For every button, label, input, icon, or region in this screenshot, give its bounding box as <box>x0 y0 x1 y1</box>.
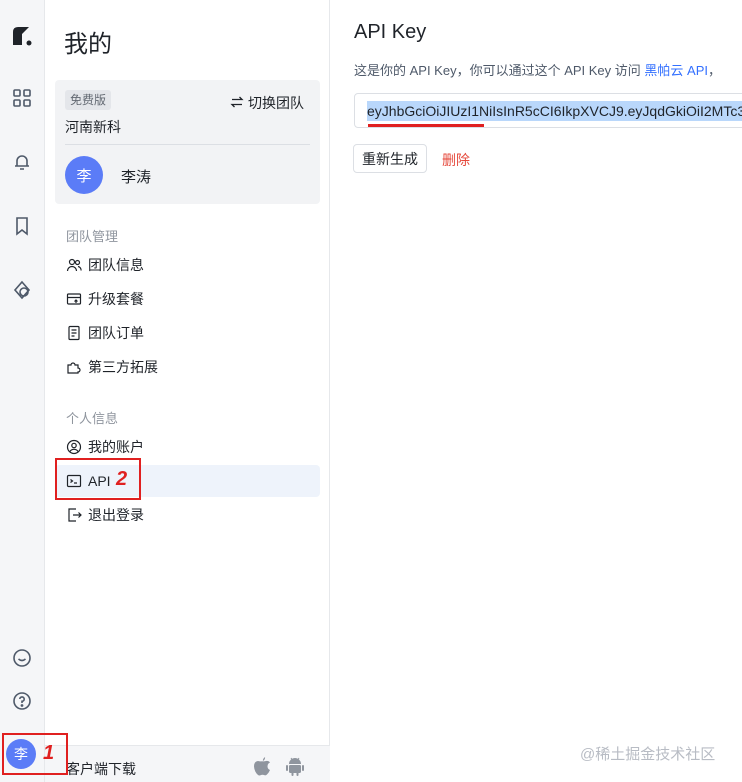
description-text: 这是你的 API Key，你可以通过这个 API Key 访问 <box>354 63 641 78</box>
sidebar-item-team-info[interactable]: 团队信息 <box>55 249 320 281</box>
switch-team-button[interactable]: 切换团队 <box>230 93 304 113</box>
sidebar-item-orders[interactable]: 团队订单 <box>55 317 320 349</box>
regenerate-button[interactable]: 重新生成 <box>353 144 427 173</box>
delete-button[interactable]: 删除 <box>442 150 470 170</box>
annotation-box-avatar <box>2 733 68 775</box>
bookmark-icon[interactable] <box>8 212 36 240</box>
heipayun-api-link[interactable]: 黑帕云 API <box>644 63 708 78</box>
api-key-title: API Key <box>354 21 427 43</box>
sidebar-item-label: 团队订单 <box>88 325 144 341</box>
app-logo-icon[interactable] <box>8 22 36 50</box>
personal-section-label: 个人信息 <box>66 411 119 426</box>
api-key-field[interactable]: eyJhbGciOiJIUzI1NiIsInR5cCI6IkpXVCJ9.eyJ… <box>354 93 742 128</box>
client-download-bar: 客户端下载 <box>45 745 330 782</box>
sidebar-item-logout[interactable]: 退出登录 <box>55 499 320 531</box>
bell-icon[interactable] <box>8 148 36 176</box>
watermark: @稀土掘金技术社区 <box>580 746 716 763</box>
help-icon[interactable] <box>8 687 36 715</box>
sidebar-item-label: 升级套餐 <box>88 291 144 307</box>
api-key-value: eyJhbGciOiJIUzI1NiIsInR5cCI6IkpXVCJ9.eyJ… <box>367 101 742 121</box>
order-icon <box>65 325 82 342</box>
description-suffix: ， <box>707 63 721 78</box>
annotation-number-1: 1 <box>43 742 55 764</box>
client-download-label: 客户端下载 <box>66 761 136 777</box>
upgrade-icon <box>65 291 82 308</box>
shapes-icon[interactable] <box>8 276 36 304</box>
apple-icon[interactable] <box>251 755 273 777</box>
user-name: 李涛 <box>121 169 152 186</box>
sidebar-item-label: 我的账户 <box>88 439 144 455</box>
android-icon[interactable] <box>284 755 306 777</box>
annotation-number-2: 2 <box>116 468 128 490</box>
user-circle-icon <box>65 439 82 456</box>
grid-icon[interactable] <box>8 84 36 112</box>
sidebar-item-label: 第三方拓展 <box>88 359 158 375</box>
extension-icon <box>65 359 82 376</box>
team-section-label: 团队管理 <box>66 229 119 244</box>
switch-team-label: 切换团队 <box>248 95 304 111</box>
annotation-underline <box>368 124 484 127</box>
sidebar-item-label: 团队信息 <box>88 257 144 273</box>
sidebar-item-upgrade[interactable]: 升级套餐 <box>55 283 320 315</box>
icon-rail: 李 <box>0 0 45 782</box>
swap-icon <box>230 95 244 112</box>
sidebar-item-extensions[interactable]: 第三方拓展 <box>55 351 320 383</box>
logout-icon <box>65 507 82 524</box>
team-icon <box>65 257 82 274</box>
team-name: 河南新科 <box>65 119 121 135</box>
sidebar: 我的 免费版 河南新科 切换团队 李 李涛 团队管理 团队信息 升级套餐 团队订… <box>45 0 330 782</box>
api-key-description: 这是你的 API Key，你可以通过这个 API Key 访问 黑帕云 API， <box>354 60 721 79</box>
divider <box>65 144 310 145</box>
sidebar-item-label: 退出登录 <box>88 507 144 523</box>
plan-badge: 免费版 <box>65 90 112 110</box>
team-card: 免费版 河南新科 切换团队 李 李涛 <box>55 80 320 204</box>
chat-icon[interactable] <box>8 644 36 672</box>
user-avatar[interactable]: 李 <box>65 156 103 194</box>
page-title: 我的 <box>64 31 112 58</box>
annotation-box-api <box>55 458 141 500</box>
